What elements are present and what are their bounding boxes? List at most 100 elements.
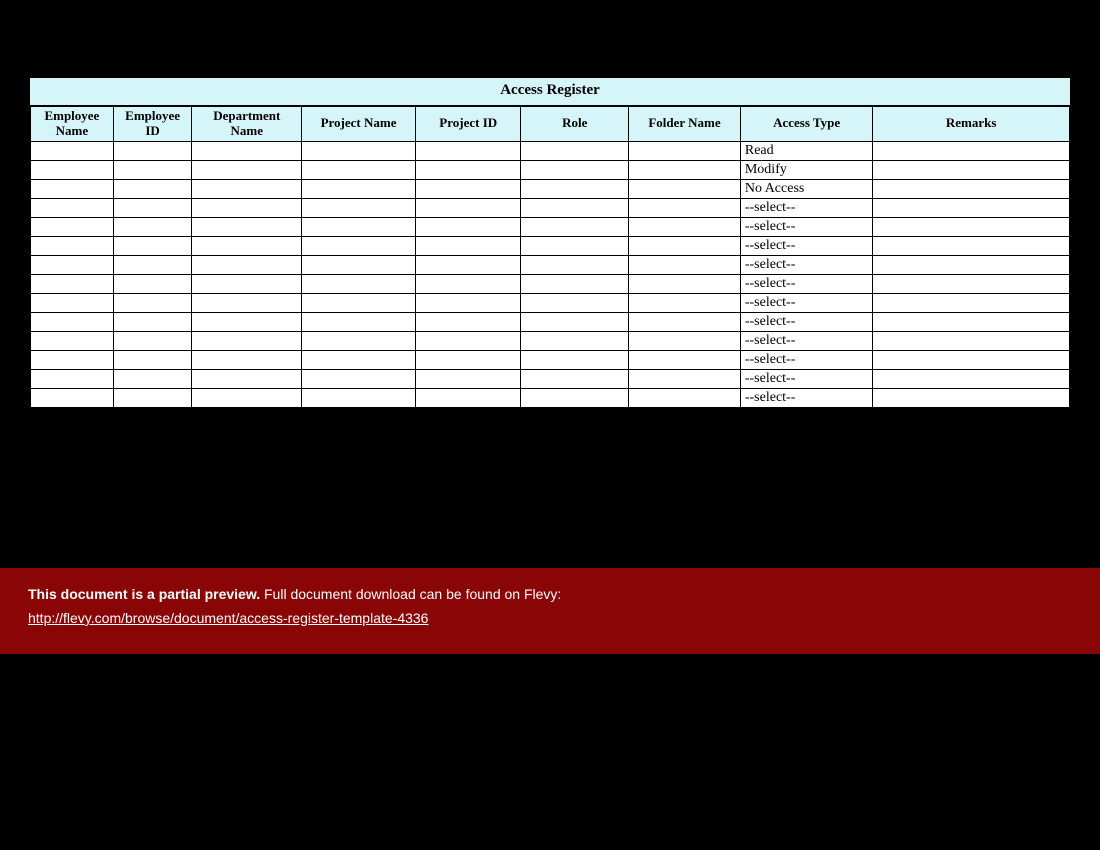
cell[interactable] bbox=[192, 293, 302, 312]
cell[interactable] bbox=[521, 160, 629, 179]
cell[interactable] bbox=[113, 274, 192, 293]
cell[interactable] bbox=[629, 312, 741, 331]
cell[interactable] bbox=[873, 293, 1070, 312]
cell[interactable] bbox=[113, 198, 192, 217]
cell[interactable] bbox=[521, 217, 629, 236]
cell[interactable] bbox=[415, 141, 521, 160]
cell[interactable] bbox=[113, 236, 192, 255]
cell[interactable] bbox=[192, 198, 302, 217]
cell[interactable] bbox=[192, 217, 302, 236]
cell[interactable] bbox=[629, 255, 741, 274]
cell[interactable] bbox=[629, 217, 741, 236]
cell[interactable] bbox=[521, 141, 629, 160]
access-type-cell[interactable]: --select-- bbox=[740, 255, 872, 274]
cell[interactable] bbox=[302, 350, 416, 369]
cell[interactable] bbox=[415, 236, 521, 255]
cell[interactable] bbox=[873, 331, 1070, 350]
cell[interactable] bbox=[302, 160, 416, 179]
access-type-cell[interactable]: --select-- bbox=[740, 312, 872, 331]
cell[interactable] bbox=[302, 179, 416, 198]
cell[interactable] bbox=[629, 179, 741, 198]
cell[interactable] bbox=[113, 331, 192, 350]
cell[interactable] bbox=[192, 350, 302, 369]
cell[interactable] bbox=[192, 388, 302, 407]
cell[interactable] bbox=[873, 369, 1070, 388]
cell[interactable] bbox=[31, 350, 114, 369]
cell[interactable] bbox=[302, 274, 416, 293]
cell[interactable] bbox=[521, 198, 629, 217]
cell[interactable] bbox=[415, 255, 521, 274]
cell[interactable] bbox=[192, 179, 302, 198]
access-type-cell[interactable]: Modify bbox=[740, 160, 872, 179]
access-type-cell[interactable]: --select-- bbox=[740, 388, 872, 407]
cell[interactable] bbox=[31, 198, 114, 217]
access-type-cell[interactable]: --select-- bbox=[740, 331, 872, 350]
access-type-cell[interactable]: Read bbox=[740, 141, 872, 160]
cell[interactable] bbox=[31, 141, 114, 160]
cell[interactable] bbox=[31, 312, 114, 331]
cell[interactable] bbox=[302, 141, 416, 160]
cell[interactable] bbox=[302, 217, 416, 236]
cell[interactable] bbox=[31, 179, 114, 198]
cell[interactable] bbox=[415, 179, 521, 198]
cell[interactable] bbox=[629, 293, 741, 312]
cell[interactable] bbox=[629, 331, 741, 350]
cell[interactable] bbox=[31, 255, 114, 274]
cell[interactable] bbox=[113, 369, 192, 388]
cell[interactable] bbox=[415, 217, 521, 236]
access-type-cell[interactable]: --select-- bbox=[740, 369, 872, 388]
cell[interactable] bbox=[629, 160, 741, 179]
cell[interactable] bbox=[873, 274, 1070, 293]
cell[interactable] bbox=[873, 350, 1070, 369]
cell[interactable] bbox=[302, 388, 416, 407]
cell[interactable] bbox=[113, 141, 192, 160]
cell[interactable] bbox=[113, 312, 192, 331]
cell[interactable] bbox=[113, 255, 192, 274]
cell[interactable] bbox=[31, 217, 114, 236]
cell[interactable] bbox=[192, 236, 302, 255]
access-type-cell[interactable]: --select-- bbox=[740, 350, 872, 369]
cell[interactable] bbox=[629, 141, 741, 160]
cell[interactable] bbox=[415, 198, 521, 217]
cell[interactable] bbox=[873, 141, 1070, 160]
cell[interactable] bbox=[629, 198, 741, 217]
cell[interactable] bbox=[113, 293, 192, 312]
cell[interactable] bbox=[113, 350, 192, 369]
cell[interactable] bbox=[302, 331, 416, 350]
cell[interactable] bbox=[113, 160, 192, 179]
cell[interactable] bbox=[415, 388, 521, 407]
access-type-cell[interactable]: --select-- bbox=[740, 236, 872, 255]
access-type-cell[interactable]: --select-- bbox=[740, 198, 872, 217]
cell[interactable] bbox=[415, 274, 521, 293]
cell[interactable] bbox=[31, 388, 114, 407]
cell[interactable] bbox=[629, 236, 741, 255]
cell[interactable] bbox=[192, 160, 302, 179]
cell[interactable] bbox=[113, 388, 192, 407]
cell[interactable] bbox=[521, 179, 629, 198]
cell[interactable] bbox=[521, 274, 629, 293]
cell[interactable] bbox=[873, 236, 1070, 255]
cell[interactable] bbox=[521, 388, 629, 407]
cell[interactable] bbox=[192, 274, 302, 293]
cell[interactable] bbox=[192, 369, 302, 388]
cell[interactable] bbox=[302, 255, 416, 274]
cell[interactable] bbox=[31, 160, 114, 179]
cell[interactable] bbox=[415, 331, 521, 350]
cell[interactable] bbox=[415, 160, 521, 179]
cell[interactable] bbox=[113, 217, 192, 236]
cell[interactable] bbox=[873, 160, 1070, 179]
cell[interactable] bbox=[113, 179, 192, 198]
cell[interactable] bbox=[192, 255, 302, 274]
cell[interactable] bbox=[873, 312, 1070, 331]
cell[interactable] bbox=[521, 369, 629, 388]
cell[interactable] bbox=[31, 369, 114, 388]
access-type-cell[interactable]: No Access bbox=[740, 179, 872, 198]
cell[interactable] bbox=[873, 255, 1070, 274]
cell[interactable] bbox=[873, 388, 1070, 407]
cell[interactable] bbox=[629, 388, 741, 407]
cell[interactable] bbox=[521, 350, 629, 369]
cell[interactable] bbox=[521, 255, 629, 274]
cell[interactable] bbox=[302, 312, 416, 331]
cell[interactable] bbox=[302, 293, 416, 312]
cell[interactable] bbox=[521, 312, 629, 331]
